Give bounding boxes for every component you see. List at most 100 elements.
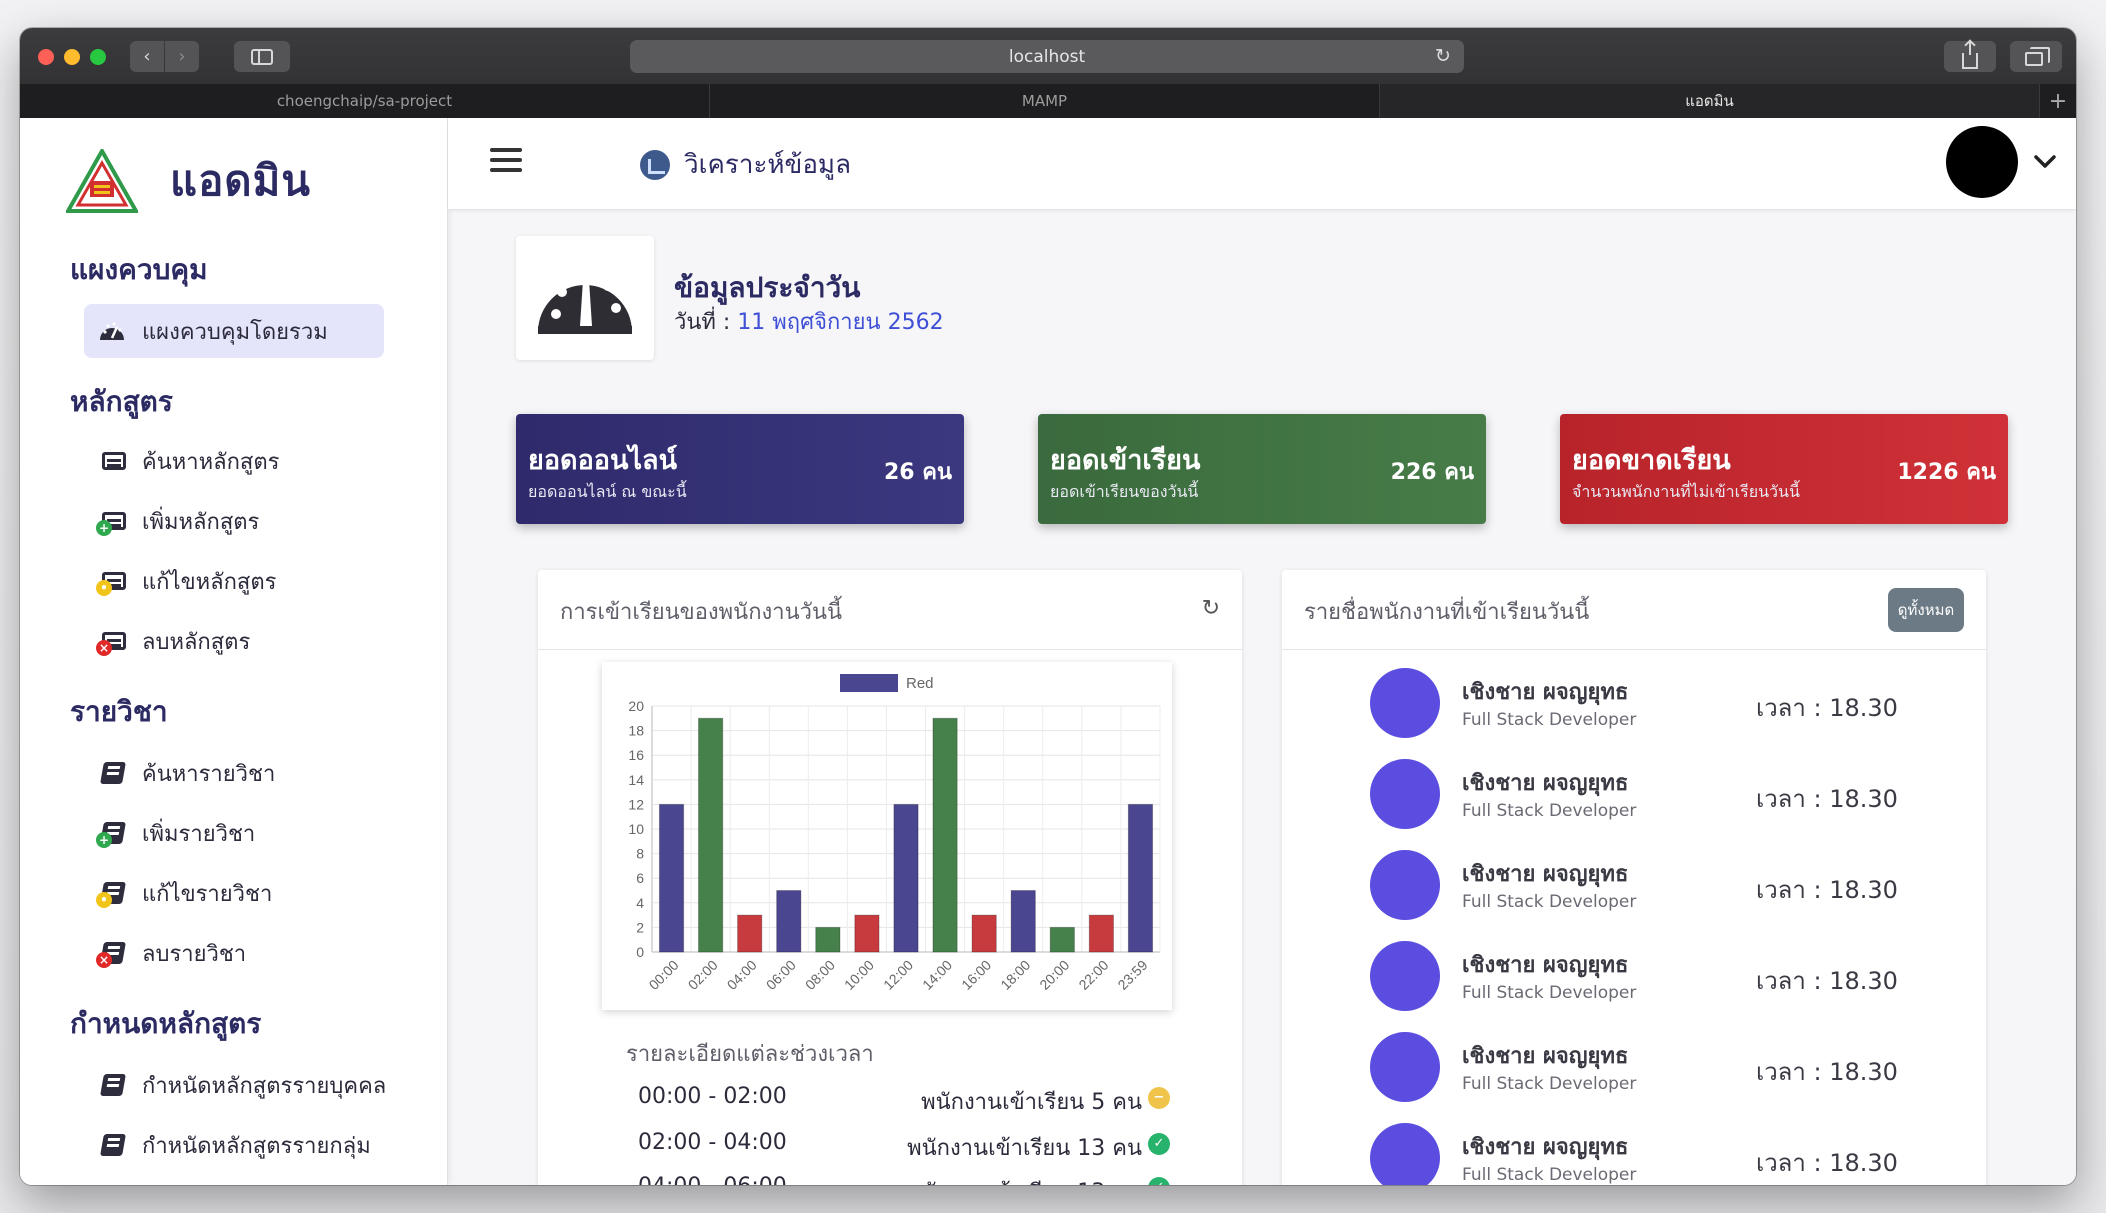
x-tick-label: 12:00 (880, 957, 916, 993)
user-avatar[interactable] (1946, 126, 2018, 198)
attendee-row[interactable]: เชิงชาย ผจญยุทธ Full Stack Developer เวล… (1282, 749, 1986, 839)
sidebar-item-overview[interactable]: แผงควบคุมโดยรวม (84, 304, 384, 358)
refresh-icon[interactable]: ↻ (1202, 596, 1220, 621)
chevron-down-icon[interactable] (2032, 148, 2058, 174)
check-status-icon: ✓ (1148, 1133, 1170, 1155)
slot-attendance-count: พนักงานเข้าเรียน 13 คน (907, 1136, 1142, 1161)
sidebar-item-edit-course[interactable]: • แก้ไขหลักสูตร (84, 554, 384, 608)
toggle-sidebar-button[interactable] (234, 41, 290, 72)
attendee-row[interactable]: เชิงชาย ผจญยุทธ Full Stack Developer เวล… (1282, 1022, 1986, 1112)
attendee-row[interactable]: เชิงชาย ผจญยุทธ Full Stack Developer เวล… (1282, 931, 1986, 1021)
attendee-row[interactable]: เชิงชาย ผจญยุทธ Full Stack Developer เวล… (1282, 840, 1986, 930)
time-slot-row: 00:00 - 02:00 พนักงานเข้าเรียน 5 คน − (538, 1084, 1242, 1124)
stat-value: 226 คน (1390, 460, 1474, 485)
attendance-panel: การเข้าเรียนของพนักงานวันนี้ ↻ Red 0 2 4 6 8 1… (538, 570, 1242, 1185)
menu-toggle-icon[interactable] (490, 148, 522, 176)
attendee-row[interactable]: เชิงชาย ผจญยุทธ Full Stack Developer เวล… (1282, 658, 1986, 748)
y-tick-label: 0 (636, 944, 644, 960)
section-title-courses: หลักสูตร (70, 385, 173, 418)
chart-bar (737, 914, 763, 953)
sidebar-item-add-course[interactable]: + เพิ่มหลักสูตร (84, 494, 384, 548)
tab-label: MAMP (1021, 92, 1068, 110)
attendee-role: Full Stack Developer (1462, 1165, 1637, 1185)
subject-book-icon (96, 758, 130, 788)
y-tick-label: 4 (636, 895, 644, 911)
tab-sa-project[interactable]: choengchaip/sa-project (20, 84, 710, 118)
chart-bar (776, 890, 802, 953)
tab-mamp[interactable]: MAMP (710, 84, 1380, 118)
x-tick-label: 16:00 (958, 957, 994, 993)
attendee-time: เวลา : 18.30 (1756, 694, 1898, 722)
url-text: localhost (1008, 46, 1086, 67)
attendee-name: เชิงชาย ผจญยุทธ (1462, 1044, 1629, 1069)
chart-bar (1127, 803, 1154, 953)
avatar (1370, 759, 1440, 829)
browser-titlebar: ‹ › localhost ↻ (20, 28, 2076, 84)
sidebar-item-delete-course[interactable]: × ลบหลักสูตร (84, 614, 384, 668)
daily-date-row: วันที่ : 11 พฤศจิกายน 2562 (674, 304, 944, 339)
sidebar-item-label: กำหนัดหลักสูตรรายกลุ่ม (142, 1133, 371, 1159)
panel-header: การเข้าเรียนของพนักงานวันนี้ ↻ (538, 570, 1242, 650)
close-window-button[interactable] (38, 49, 54, 65)
sidebar-item-search-subject[interactable]: ค้นหารายวิชา (84, 746, 384, 800)
share-button[interactable] (1944, 40, 1996, 72)
y-tick-label: 8 (636, 846, 644, 862)
reload-icon[interactable]: ↻ (1432, 45, 1454, 67)
minimize-window-button[interactable] (64, 49, 80, 65)
chart-bar (815, 926, 841, 953)
zoom-window-button[interactable] (90, 49, 106, 65)
attendee-time: เวลา : 18.30 (1756, 967, 1898, 995)
attendee-name: เชิงชาย ผจญยุทธ (1462, 680, 1629, 705)
attendee-role: Full Stack Developer (1462, 801, 1637, 821)
stat-subtitle: จำนวนพนักงานที่ไม่เข้าเรียนวันนี้ (1572, 482, 1800, 501)
edit-course-icon: • (96, 566, 130, 596)
attendee-role: Full Stack Developer (1462, 710, 1637, 730)
legend-swatch (840, 674, 898, 692)
attendee-time: เวลา : 18.30 (1756, 1058, 1898, 1086)
chart-bar (1010, 890, 1036, 953)
x-tick-label: 22:00 (1075, 957, 1111, 993)
avatar (1370, 850, 1440, 920)
tab-admin[interactable]: แอดมิน (1380, 84, 2040, 118)
show-tabs-button[interactable] (2010, 41, 2062, 72)
time-slot-row: 04:00 - 06:00 พนักงานเข้าเรียน 13 คน ✓ (538, 1174, 1242, 1185)
x-tick-label: 18:00 (997, 957, 1033, 993)
avatar (1370, 1032, 1440, 1102)
attendee-name: เชิงชาย ผจญยุทธ (1462, 771, 1629, 796)
view-all-button[interactable]: ดูทั้งหมด (1888, 588, 1964, 632)
sidebar-item-label: ลบหลักสูตร (142, 629, 251, 655)
delete-course-icon: × (96, 626, 130, 656)
sidebar-item-label: กำหนัดหลักสูตรรายบุคคล (142, 1073, 387, 1099)
sidebar-item-delete-subject[interactable]: × ลบรายวิชา (84, 926, 384, 980)
attendee-role: Full Stack Developer (1462, 1074, 1637, 1094)
sidebar-item-label: เพิ่มหลักสูตร (142, 509, 260, 535)
section-title-dashboard: แผงควบคุม (70, 253, 208, 286)
address-bar[interactable]: localhost ↻ (630, 40, 1464, 73)
add-subject-icon: + (96, 818, 130, 848)
slot-attendance-count: พนักงานเข้าเรียน 13 คน (907, 1174, 1142, 1185)
new-tab-button[interactable]: + (2040, 84, 2076, 118)
daily-summary-icon-box (516, 236, 654, 360)
avatar (1370, 1123, 1440, 1185)
browser-window: ‹ › localhost ↻ choengchaip/sa-project M… (20, 28, 2076, 1185)
section-title-subjects: รายวิชา (70, 695, 168, 728)
brand[interactable]: แอดมิน (66, 148, 311, 214)
sidebar-item-search-course[interactable]: ค้นหาหลักสูตร (84, 434, 384, 488)
chart-bar (854, 914, 880, 953)
x-tick-label: 00:00 (646, 957, 682, 993)
sidebar-item-assign-individual[interactable]: กำหนัดหลักสูตรรายบุคคล (84, 1058, 424, 1112)
section-title-assign: กำหนดหลักสูตร (70, 1007, 262, 1040)
check-status-icon: ✓ (1148, 1177, 1170, 1185)
chart-bar (1049, 926, 1075, 953)
add-course-icon: + (96, 506, 130, 536)
warning-status-icon: − (1148, 1087, 1170, 1109)
sidebar-item-add-subject[interactable]: + เพิ่มรายวิชา (84, 806, 384, 860)
chevron-right-icon: › (178, 46, 186, 67)
forward-button[interactable]: › (165, 41, 199, 72)
back-button[interactable]: ‹ (130, 41, 164, 72)
sidebar-item-edit-subject[interactable]: • แก้ไขรายวิชา (84, 866, 384, 920)
sidebar-item-assign-group[interactable]: กำหนัดหลักสูตรรายกลุ่ม (84, 1118, 424, 1172)
delete-subject-icon: × (96, 938, 130, 968)
attendee-row[interactable]: เชิงชาย ผจญยุทธ Full Stack Developer เวล… (1282, 1113, 1986, 1185)
avatar (1370, 668, 1440, 738)
